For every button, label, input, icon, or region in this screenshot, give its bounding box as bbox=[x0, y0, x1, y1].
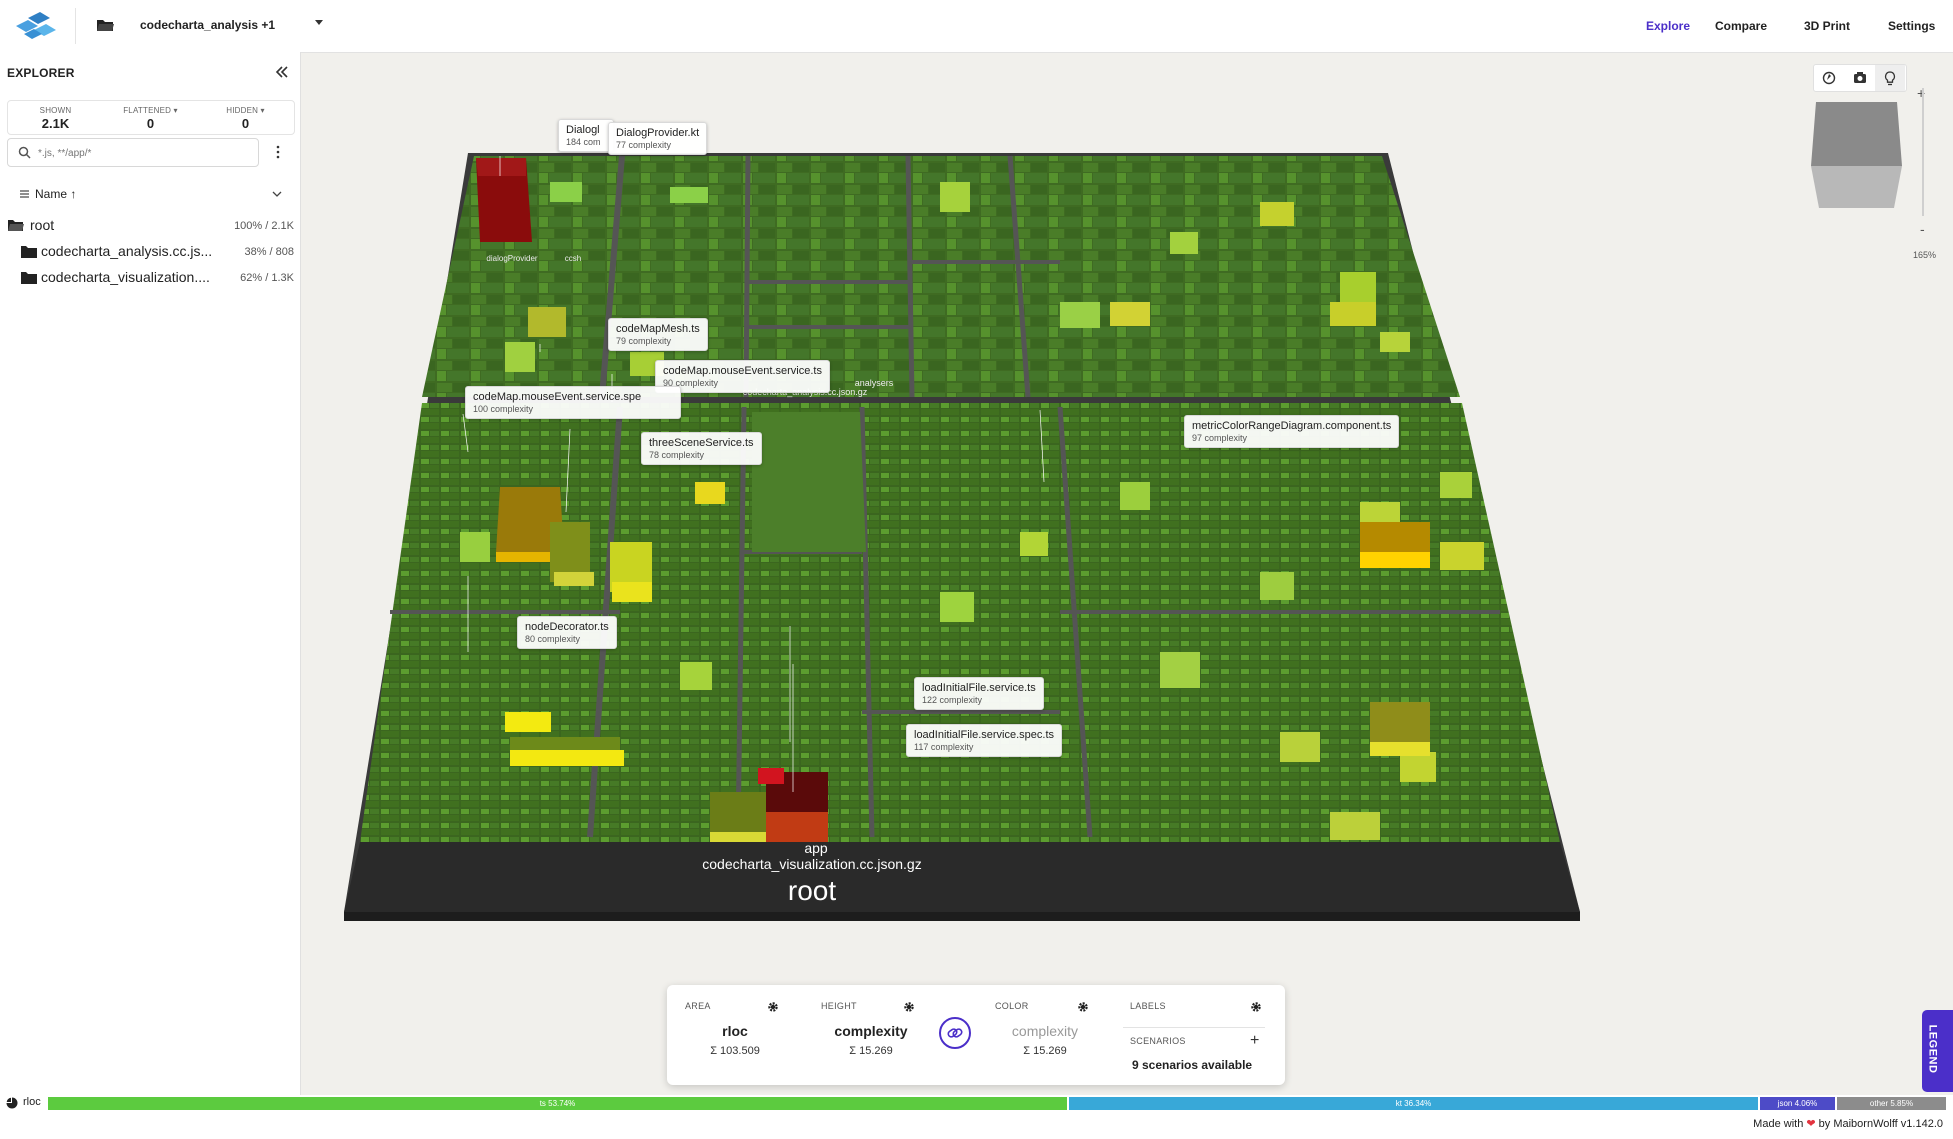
node-tooltip: DialogProvider.kt 77 complexity bbox=[608, 122, 708, 155]
node-tooltip: codeMap.mouseEvent.service.spe 100 compl… bbox=[465, 386, 681, 419]
scenarios-available[interactable]: 9 scenarios available bbox=[1132, 1058, 1252, 1072]
node-tooltip: codeMapMesh.ts 79 complexity bbox=[608, 318, 708, 351]
folder-open-icon[interactable] bbox=[96, 17, 114, 33]
nav-explore[interactable]: Explore bbox=[1646, 19, 1690, 33]
codecharta-logo-icon[interactable] bbox=[14, 12, 58, 40]
more-options-icon[interactable] bbox=[274, 145, 282, 159]
link-icon bbox=[947, 1028, 963, 1038]
sort-lines-icon bbox=[20, 190, 29, 198]
language-segment: other 5.85% bbox=[1837, 1097, 1946, 1110]
labels-label: LABELS bbox=[1130, 1001, 1166, 1011]
node-tooltip: threeSceneService.ts 78 complexity bbox=[641, 432, 762, 465]
add-scenario-icon[interactable]: + bbox=[1250, 1032, 1259, 1050]
made-with-text: Made with ❤ by MaibornWolff v1.142.0 bbox=[1753, 1118, 1943, 1130]
gear-icon[interactable] bbox=[903, 1001, 915, 1013]
reset-view-compass-icon[interactable] bbox=[1814, 65, 1844, 91]
explorer-title: EXPLORER bbox=[7, 66, 75, 80]
language-distribution-bar: ts 53.74% kt 36.34% json 4.06% other 5.85% bbox=[48, 1097, 1948, 1110]
flattened-count[interactable]: FLATTENED ▾ 0 bbox=[103, 101, 198, 134]
color-metric[interactable]: COLOR complexity Σ 15.269 bbox=[995, 985, 1095, 1085]
collapse-sidebar-icon[interactable] bbox=[275, 66, 289, 78]
map-label-app: app bbox=[804, 840, 828, 856]
lightbulb-icon[interactable] bbox=[1875, 65, 1905, 91]
search-icon bbox=[18, 146, 31, 159]
gear-icon[interactable] bbox=[1077, 1001, 1089, 1013]
map-label-analysers: analysers bbox=[855, 378, 894, 388]
metric-chooser-panel: AREA rloc Σ 103.509 HEIGHT complexity Σ … bbox=[667, 985, 1285, 1085]
area-metric[interactable]: AREA rloc Σ 103.509 bbox=[685, 985, 785, 1085]
zoom-out-button[interactable]: - bbox=[1920, 221, 1925, 237]
node-tooltip: nodeDecorator.ts 80 complexity bbox=[517, 616, 617, 649]
folder-icon bbox=[21, 272, 37, 284]
search-input[interactable] bbox=[36, 143, 255, 163]
language-segment: ts 53.74% bbox=[48, 1097, 1067, 1110]
sort-row[interactable]: Name ↑ bbox=[20, 185, 282, 205]
nav-3d-print[interactable]: 3D Print bbox=[1804, 19, 1850, 33]
city-map[interactable]: app codecharta_visualization.cc.json.gz … bbox=[300, 52, 1953, 1095]
scenarios-label: SCENARIOS bbox=[1130, 1036, 1186, 1046]
bottom-bar: rloc ts 53.74% kt 36.34% json 4.06% other 5… bbox=[0, 1095, 1953, 1139]
gear-icon[interactable] bbox=[767, 1001, 779, 1013]
view-controls bbox=[1813, 64, 1907, 92]
language-segment: kt 36.34% bbox=[1069, 1097, 1758, 1110]
sort-ascending-icon: ↑ bbox=[70, 187, 77, 201]
heart-icon: ❤ bbox=[1806, 1118, 1816, 1130]
shown-count: SHOWN 2.1K bbox=[39, 106, 72, 131]
top-bar: codecharta_analysis +1 Explore Compare 3… bbox=[0, 0, 1953, 53]
height-metric[interactable]: HEIGHT complexity Σ 15.269 bbox=[821, 985, 921, 1085]
node-tooltip: codeMap.mouseEvent.service.ts 90 complex… bbox=[655, 360, 830, 393]
node-tooltip: metricColorRangeDiagram.component.ts 97 … bbox=[1184, 415, 1400, 448]
node-counts: SHOWN 2.1K FLATTENED ▾ 0 HIDDEN ▾ 0 bbox=[7, 100, 295, 135]
map-label-visualization: codecharta_visualization.cc.json.gz bbox=[702, 856, 921, 872]
chevron-down-icon[interactable] bbox=[315, 20, 323, 25]
nav-compare[interactable]: Compare bbox=[1715, 19, 1767, 33]
map-label-dialog-provider: dialogProvider bbox=[486, 254, 537, 263]
view-cube[interactable] bbox=[1808, 100, 1905, 210]
node-tooltip: loadInitialFile.service.spec.ts 117 comp… bbox=[906, 724, 1063, 757]
folder-icon bbox=[21, 246, 37, 258]
sort-label: Name ↑ bbox=[35, 187, 77, 201]
language-segment: json 4.06% bbox=[1760, 1097, 1835, 1110]
legend-button[interactable]: LEGEND bbox=[1922, 1010, 1953, 1092]
search-box[interactable] bbox=[7, 138, 259, 167]
map-label-root: root bbox=[788, 875, 836, 906]
zoom-level: 165% bbox=[1913, 250, 1937, 260]
file-selector[interactable]: codecharta_analysis +1 bbox=[140, 18, 275, 32]
chevron-down-icon[interactable] bbox=[272, 190, 282, 198]
tree-item-root[interactable]: root 100% / 2.1K bbox=[0, 213, 300, 237]
caret-down-icon: ▾ bbox=[260, 106, 265, 115]
caret-down-icon: ▾ bbox=[173, 106, 178, 115]
explorer-sidebar: EXPLORER SHOWN 2.1K FLATTENED ▾ 0 HIDDEN… bbox=[0, 52, 301, 1095]
tree-item-analysis[interactable]: codecharta_analysis.cc.js... 38% / 808 bbox=[0, 239, 300, 263]
nav-settings[interactable]: Settings bbox=[1888, 19, 1935, 33]
node-tooltip: loadInitialFile.service.ts 122 complexit… bbox=[914, 677, 1044, 710]
node-tooltip: Dialogl 184 com bbox=[558, 119, 614, 152]
hidden-count[interactable]: HIDDEN ▾ 0 bbox=[198, 101, 293, 134]
camera-icon[interactable] bbox=[1845, 65, 1875, 91]
gear-icon[interactable] bbox=[1250, 1001, 1262, 1013]
pie-chart-icon bbox=[6, 1097, 18, 1109]
folder-open-icon bbox=[8, 220, 24, 231]
tree-item-visualization[interactable]: codecharta_visualization.... 62% / 1.3K bbox=[0, 265, 300, 289]
code-map-canvas[interactable]: app codecharta_visualization.cc.json.gz … bbox=[300, 52, 1953, 1095]
zoom-slider[interactable] bbox=[1922, 88, 1924, 216]
topbar-divider bbox=[75, 8, 76, 44]
map-label-ccsh: ccsh bbox=[565, 254, 581, 263]
link-metrics-button[interactable] bbox=[939, 1017, 971, 1049]
